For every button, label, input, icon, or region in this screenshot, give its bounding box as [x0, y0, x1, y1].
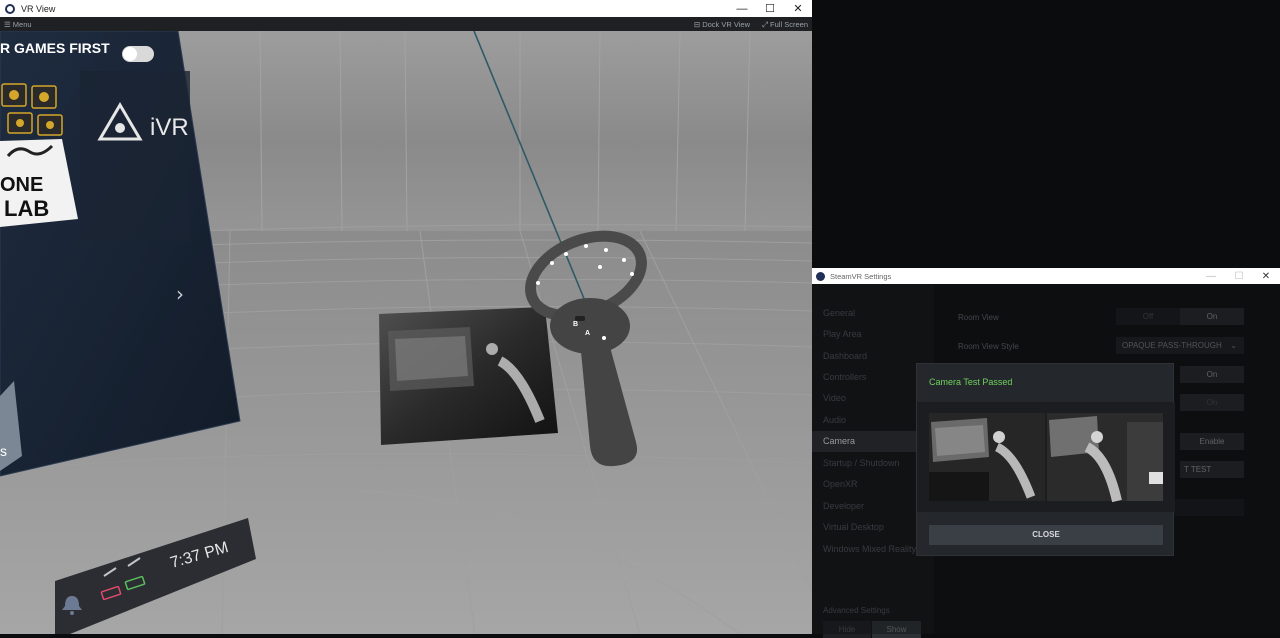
- controller-b-button: B: [573, 321, 578, 328]
- camera-test-preview: [917, 402, 1175, 512]
- bonelab-text-line1: ONE: [0, 174, 43, 196]
- vr-view-titlebar[interactable]: VR View — ☐ ✕: [0, 0, 812, 17]
- games-first-toggle[interactable]: [122, 46, 154, 62]
- camera-test-dialog: Camera Test Passed CLOSE: [916, 363, 1175, 556]
- settings-close-button[interactable]: ✕: [1253, 268, 1279, 284]
- dock-vr-view-button[interactable]: ⊟ Dock VR View: [694, 20, 750, 29]
- camera-feed-panel: [379, 307, 558, 445]
- vr-view-window: VR View — ☐ ✕ ☰ Menu ⊟ Dock VR View ⤢ Fu…: [0, 0, 812, 634]
- next-page-arrow-icon[interactable]: ›: [176, 282, 184, 306]
- bonelab-text-line2: LAB: [4, 196, 49, 221]
- close-button[interactable]: CLOSE: [929, 525, 1163, 545]
- controller-a-button: A: [585, 330, 590, 337]
- full-screen-button[interactable]: ⤢ Full Screen: [762, 20, 808, 30]
- close-button[interactable]: ✕: [784, 0, 812, 17]
- camera-test-title: Camera Test Passed: [929, 377, 1013, 387]
- maximize-button[interactable]: ☐: [756, 0, 784, 17]
- settings-maximize-button[interactable]: ☐: [1226, 268, 1252, 284]
- minimize-button[interactable]: —: [728, 0, 756, 17]
- settings-minimize-button[interactable]: —: [1198, 268, 1224, 284]
- side-panel-text: s: [0, 443, 7, 459]
- left-camera-image: [929, 413, 1045, 501]
- steamvr-settings-icon: [816, 271, 825, 281]
- steamvr-settings-window: SteamVR Settings — ☐ ✕ General Play Area…: [812, 268, 1280, 638]
- steamvr-app-icon: [5, 3, 15, 14]
- vr-view-title: VR View: [21, 3, 56, 14]
- right-camera-image: [1047, 413, 1163, 503]
- menu-button[interactable]: ☰ Menu: [4, 20, 32, 29]
- settings-title: SteamVR Settings: [830, 271, 892, 281]
- games-first-label: R GAMES FIRST: [0, 40, 110, 56]
- settings-titlebar[interactable]: SteamVR Settings — ☐ ✕: [812, 268, 1280, 284]
- vr-scene-viewport[interactable]: R GAMES FIRST iVR ONE LAB › s B A 7:37 P…: [0, 31, 812, 634]
- vr-view-menubar: ☰ Menu ⊟ Dock VR View ⤢ Full Screen: [0, 17, 812, 31]
- ivr-brand-text: iVR: [150, 114, 189, 141]
